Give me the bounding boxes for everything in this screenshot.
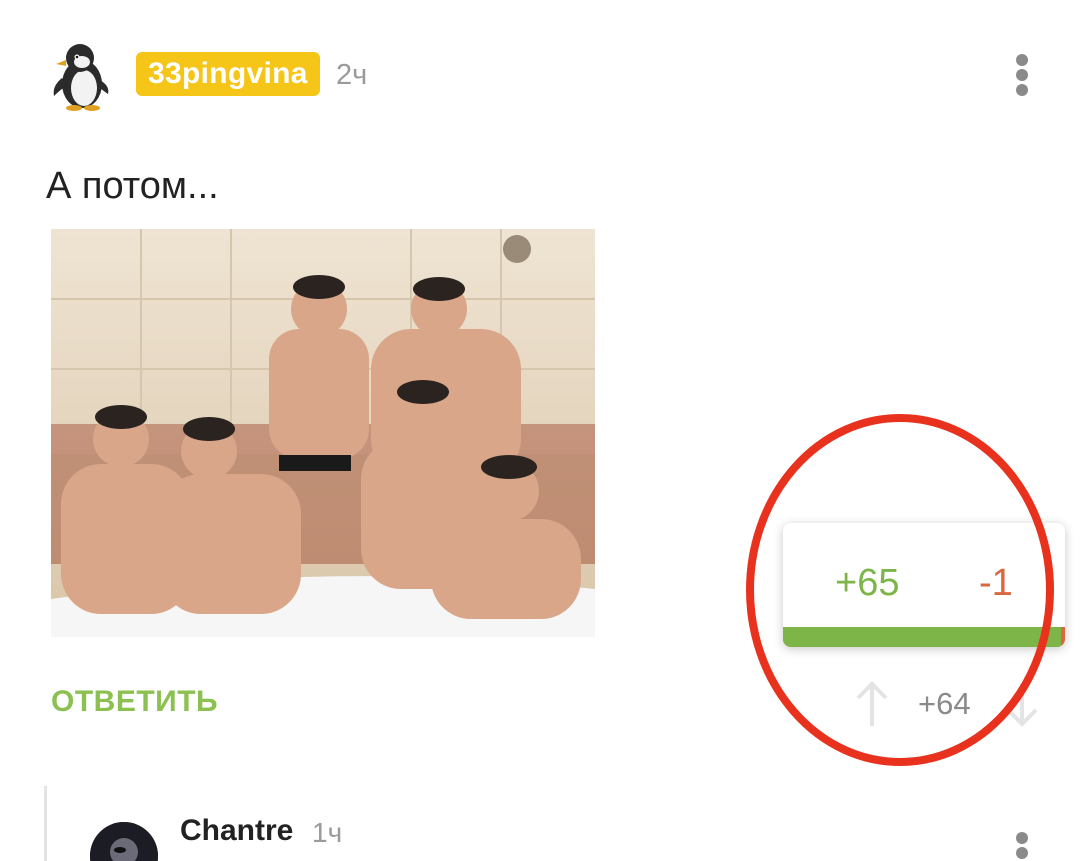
- comment: 33pingvina 2ч А потом... ОТВЕТИТЬ +65 -1…: [0, 0, 1080, 770]
- reply-more-menu-icon[interactable]: [1008, 830, 1036, 861]
- reply-button[interactable]: ОТВЕТИТЬ: [51, 682, 218, 722]
- votes-popup: +65 -1: [783, 523, 1065, 647]
- comment-image[interactable]: [51, 229, 595, 637]
- upvotes-count: +65: [835, 562, 900, 604]
- votes-ratio-bar: [783, 627, 1065, 647]
- comment-text: А потом...: [46, 165, 219, 207]
- upvote-arrow-icon[interactable]: [850, 676, 894, 732]
- reply-username[interactable]: Chantre: [180, 812, 293, 850]
- photo-illustration: [51, 229, 595, 637]
- downvote-arrow-icon[interactable]: [1002, 680, 1042, 730]
- comment-time: 2ч: [336, 59, 368, 91]
- rating-value: +64: [918, 686, 971, 721]
- reply-thread-line: [44, 786, 47, 861]
- reply-time: 1ч: [312, 817, 343, 848]
- votes-ratio-fill: [783, 627, 1061, 647]
- penguin-icon: [53, 44, 109, 111]
- user-avatar[interactable]: [46, 40, 118, 112]
- username-badge[interactable]: 33pingvina: [136, 52, 320, 96]
- rating-controls: +64: [850, 676, 1050, 732]
- downvotes-count: -1: [979, 562, 1013, 604]
- reply-avatar[interactable]: [90, 822, 158, 861]
- more-menu-icon[interactable]: [1008, 52, 1036, 98]
